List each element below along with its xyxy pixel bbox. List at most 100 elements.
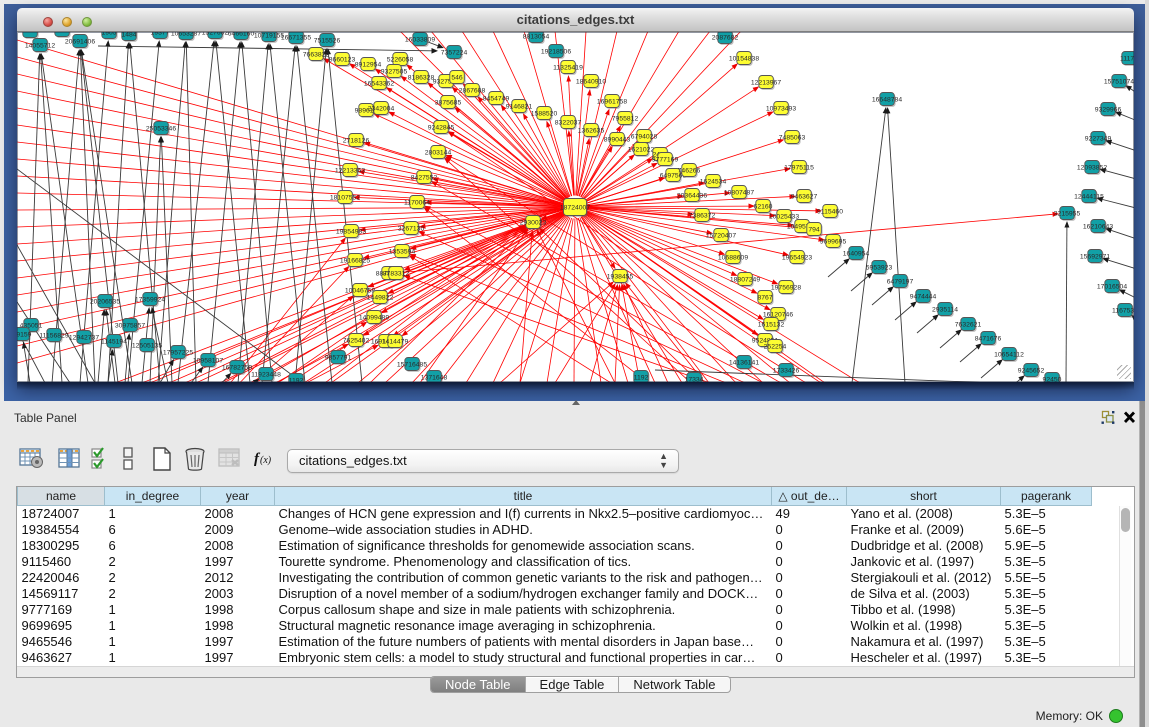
svg-text:18807249: 18807249 <box>730 276 760 283</box>
svg-text:5226058: 5226058 <box>387 56 414 63</box>
svg-text:39159: 39159 <box>17 331 32 338</box>
svg-text:15716485: 15716485 <box>397 361 427 368</box>
svg-text:7663822: 7663822 <box>303 51 330 58</box>
svg-text:17359924: 17359924 <box>135 296 165 303</box>
svg-text:7625402: 7625402 <box>343 337 370 344</box>
svg-text:10046758: 10046758 <box>345 287 375 294</box>
svg-text:2718126: 2718126 <box>343 137 370 144</box>
svg-text:5953923: 5953923 <box>866 264 893 271</box>
svg-text:546: 546 <box>451 74 463 81</box>
svg-text:30975857: 30975857 <box>115 322 145 329</box>
svg-text:8990443: 8990443 <box>604 136 631 143</box>
svg-text:62160: 62160 <box>754 203 773 210</box>
svg-text:8660123: 8660123 <box>329 56 356 63</box>
svg-text:10807487: 10807487 <box>724 189 754 196</box>
svg-text:7357224: 7357224 <box>441 49 468 56</box>
svg-text:2935114: 2935114 <box>932 306 958 313</box>
svg-text:14136141: 14136141 <box>729 359 759 366</box>
svg-text:12505135: 12505135 <box>132 342 162 349</box>
svg-text:1588520: 1588520 <box>531 110 558 117</box>
svg-text:8186328: 8186328 <box>408 74 435 81</box>
svg-text:252254: 252254 <box>764 343 787 350</box>
svg-text:19218506: 19218506 <box>541 48 571 55</box>
svg-text:10025433: 10025433 <box>769 213 799 220</box>
svg-text:1484: 1484 <box>121 32 136 38</box>
svg-text:15720407: 15720407 <box>706 232 736 239</box>
svg-text:19854983: 19854983 <box>336 228 366 235</box>
svg-text:(x): (x) <box>260 455 272 466</box>
svg-text:6479197: 6479197 <box>887 278 914 285</box>
svg-text:11156829: 11156829 <box>39 332 68 339</box>
svg-text:10688609: 10688609 <box>718 254 748 261</box>
svg-text:7386372: 7386372 <box>689 212 716 219</box>
svg-text:794: 794 <box>808 226 820 233</box>
svg-text:16543362: 16543362 <box>364 80 394 87</box>
svg-text:10154838: 10154838 <box>729 55 759 62</box>
svg-text:6466160: 6466160 <box>228 32 255 37</box>
svg-text:1362635: 1362635 <box>578 127 605 134</box>
svg-text:18107552: 18107552 <box>330 194 360 201</box>
svg-text:14099489: 14099489 <box>359 314 389 321</box>
svg-text:9329966: 9329966 <box>1095 106 1122 113</box>
svg-text:8322037: 8322037 <box>555 119 582 126</box>
svg-text:20364436: 20364436 <box>677 192 707 199</box>
svg-text:16782759: 16782759 <box>222 364 252 371</box>
svg-text:9115460: 9115460 <box>817 208 843 215</box>
svg-text:2803144: 2803144 <box>425 149 452 156</box>
svg-text:12093852: 12093852 <box>1077 164 1107 171</box>
svg-text:1192: 1192 <box>634 374 649 381</box>
svg-text:9327505: 9327505 <box>381 68 408 75</box>
svg-text:8454749: 8454749 <box>483 95 510 102</box>
svg-text:12444115: 12444115 <box>1074 193 1104 200</box>
svg-text:12213967: 12213967 <box>751 79 781 86</box>
svg-text:1905: 1905 <box>101 32 116 36</box>
svg-text:15692971: 15692971 <box>1080 253 1110 260</box>
svg-text:9463627: 9463627 <box>791 193 818 200</box>
svg-text:14055712: 14055712 <box>25 42 55 49</box>
svg-text:3215955: 3215955 <box>1054 210 1081 217</box>
svg-text:3875685: 3875685 <box>435 99 462 106</box>
svg-text:16961758: 16961758 <box>597 98 627 105</box>
svg-text:8471676: 8471676 <box>975 335 1002 342</box>
svg-text:18640910: 18640910 <box>576 78 606 85</box>
svg-text:7485063: 7485063 <box>779 134 806 141</box>
svg-text:16648784: 16648784 <box>872 96 902 103</box>
svg-text:1938455: 1938455 <box>607 273 634 280</box>
svg-text:1145194: 1145194 <box>101 338 127 345</box>
svg-text:2087682: 2087682 <box>712 34 739 41</box>
svg-text:7955812: 7955812 <box>612 115 639 122</box>
svg-text:8912954: 8912954 <box>355 61 382 68</box>
svg-text:12213363: 12213363 <box>335 167 365 174</box>
svg-text:8767: 8767 <box>757 294 772 301</box>
svg-text:17334: 17334 <box>685 376 704 382</box>
svg-text:746266: 746266 <box>678 167 701 174</box>
svg-text:10973493: 10973493 <box>766 105 796 112</box>
svg-text:9474444: 9474444 <box>910 293 937 300</box>
svg-text:17016504: 17016504 <box>1097 283 1127 290</box>
svg-text:9245652: 9245652 <box>1018 367 1045 374</box>
svg-text:8783312: 8783312 <box>383 270 410 277</box>
svg-text:19377: 19377 <box>151 32 170 36</box>
svg-text:9777169: 9777169 <box>652 156 679 163</box>
svg-text:8427552: 8427552 <box>411 174 438 181</box>
svg-text:9242845: 9242845 <box>428 124 455 131</box>
svg-text:1449822: 1449822 <box>367 294 394 301</box>
svg-text:1527602: 1527602 <box>202 32 229 36</box>
svg-text:1640954: 1640954 <box>843 250 870 257</box>
svg-text:3267130: 3267130 <box>398 225 425 232</box>
svg-text:2867608: 2867608 <box>459 87 486 94</box>
svg-text:11172: 11172 <box>1120 55 1134 62</box>
svg-text:1733426: 1733426 <box>773 367 800 374</box>
svg-text:2930023: 2930023 <box>520 219 547 226</box>
svg-text:9699695: 9699695 <box>820 238 847 245</box>
svg-text:8813054: 8813054 <box>523 33 550 40</box>
svg-text:17975115: 17975115 <box>784 164 814 171</box>
svg-text:10719155: 10719155 <box>254 32 284 39</box>
svg-text:15751074: 15751074 <box>1104 78 1134 85</box>
svg-text:16671355: 16671355 <box>281 34 311 41</box>
svg-text:10654112: 10654112 <box>994 351 1024 358</box>
svg-text:25053346: 25053346 <box>146 125 176 132</box>
svg-text:11325419: 11325419 <box>553 64 583 71</box>
svg-text:12942737: 12942737 <box>69 334 99 341</box>
svg-text:6794028: 6794028 <box>631 133 658 140</box>
